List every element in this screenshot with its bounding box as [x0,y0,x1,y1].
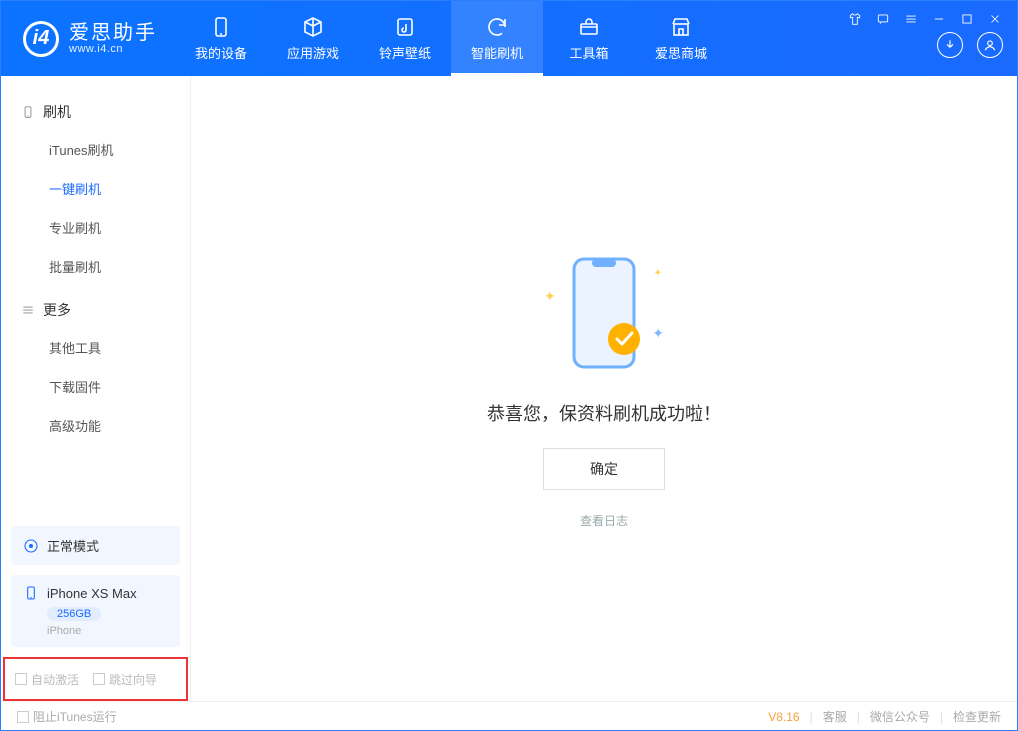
mode-icon [23,538,39,554]
sidebar-section: 刷机 iTunes刷机一键刷机专业刷机批量刷机 [1,94,190,292]
app-header: i4 爱思助手 www.i4.cn 我的设备 应用游戏 铃声壁纸 智能刷机 工具箱 爱思商… [1,1,1017,76]
sidebar-section-header: 更多 [1,292,190,328]
window-controls [847,11,1003,27]
nav-store[interactable]: 爱思商城 [635,1,727,76]
skip-guide-checkbox[interactable]: 跳过向导 [93,671,157,688]
mode-label: 正常模式 [47,536,99,555]
store-icon [669,15,693,39]
maximize-icon[interactable] [959,11,975,27]
sidebar-item[interactable]: 高级功能 [1,406,190,445]
cube-icon [301,15,325,39]
phone-icon [23,585,39,601]
sidebar-item[interactable]: 一键刷机 [1,169,190,208]
device-name: iPhone XS Max [47,586,137,601]
sidebar-section-title: 更多 [43,300,71,320]
auto-activate-label: 自动激活 [31,671,79,688]
close-icon[interactable] [987,11,1003,27]
nav-music[interactable]: 铃声壁纸 [359,1,451,76]
nav-label: 工具箱 [569,43,608,62]
device-type: iPhone [47,625,168,637]
app-logo: i4 爱思助手 www.i4.cn [1,1,175,76]
nav-toolbox[interactable]: 工具箱 [543,1,635,76]
nav-label: 我的设备 [195,43,247,62]
nav-cube[interactable]: 应用游戏 [267,1,359,76]
music-icon [393,15,417,39]
footer: 阻止iTunes运行 V8.16 | 客服 | 微信公众号 | 检查更新 [1,701,1017,731]
nav-label: 铃声壁纸 [379,43,431,62]
header-actions [937,32,1003,58]
toolbox-icon [577,15,601,39]
device-card[interactable]: iPhone XS Max 256GB iPhone [11,575,180,647]
sidebar-item[interactable]: 其他工具 [1,328,190,367]
sidebar-item[interactable]: 专业刷机 [1,208,190,247]
view-log-link[interactable]: 查看日志 [580,512,628,529]
footer-link-support[interactable]: 客服 [823,708,847,725]
minimize-icon[interactable] [931,11,947,27]
version-label: V8.16 [768,710,799,724]
auto-activate-checkbox[interactable]: 自动激活 [15,671,79,688]
skin-icon[interactable] [847,11,863,27]
sidebar-item[interactable]: 批量刷机 [1,247,190,286]
nav-label: 应用游戏 [287,43,339,62]
menu-icon [21,303,35,317]
menu-icon[interactable] [903,11,919,27]
app-subtitle: www.i4.cn [69,43,157,55]
nav-device[interactable]: 我的设备 [175,1,267,76]
success-message: 恭喜您，保资料刷机成功啦！ [487,400,721,426]
phone-icon [21,105,35,119]
device-icon [209,15,233,39]
sidebar-section-header: 刷机 [1,94,190,130]
user-button[interactable] [977,32,1003,58]
refresh-icon [485,15,509,39]
success-illustration: ✦ ✦ ✦ [544,248,664,378]
download-button[interactable] [937,32,963,58]
nav-label: 爱思商城 [655,43,707,62]
logo-icon: i4 [23,21,59,57]
device-capacity: 256GB [47,607,101,621]
block-itunes-checkbox[interactable]: 阻止iTunes运行 [17,708,117,725]
block-itunes-label: 阻止iTunes运行 [33,708,117,725]
sidebar-section-title: 刷机 [43,102,71,122]
ok-button[interactable]: 确定 [543,448,665,490]
main-nav: 我的设备 应用游戏 铃声壁纸 智能刷机 工具箱 爱思商城 [175,1,727,76]
sidebar: 刷机 iTunes刷机一键刷机专业刷机批量刷机更多其他工具下载固件高级功能 正常模… [1,76,191,701]
skip-guide-label: 跳过向导 [109,671,157,688]
sidebar-item[interactable]: 下载固件 [1,367,190,406]
nav-refresh[interactable]: 智能刷机 [451,1,543,76]
sidebar-item[interactable]: iTunes刷机 [1,130,190,169]
highlighted-options: 自动激活 跳过向导 [3,657,188,701]
mode-card[interactable]: 正常模式 [11,526,180,565]
nav-label: 智能刷机 [471,43,523,62]
app-title: 爱思助手 [69,23,157,43]
main-content: ✦ ✦ ✦ 恭喜您，保资料刷机成功啦！ 确定 查看日志 [191,76,1017,701]
sidebar-section: 更多其他工具下载固件高级功能 [1,292,190,451]
footer-link-wechat[interactable]: 微信公众号 [870,708,930,725]
feedback-icon[interactable] [875,11,891,27]
footer-link-update[interactable]: 检查更新 [953,708,1001,725]
